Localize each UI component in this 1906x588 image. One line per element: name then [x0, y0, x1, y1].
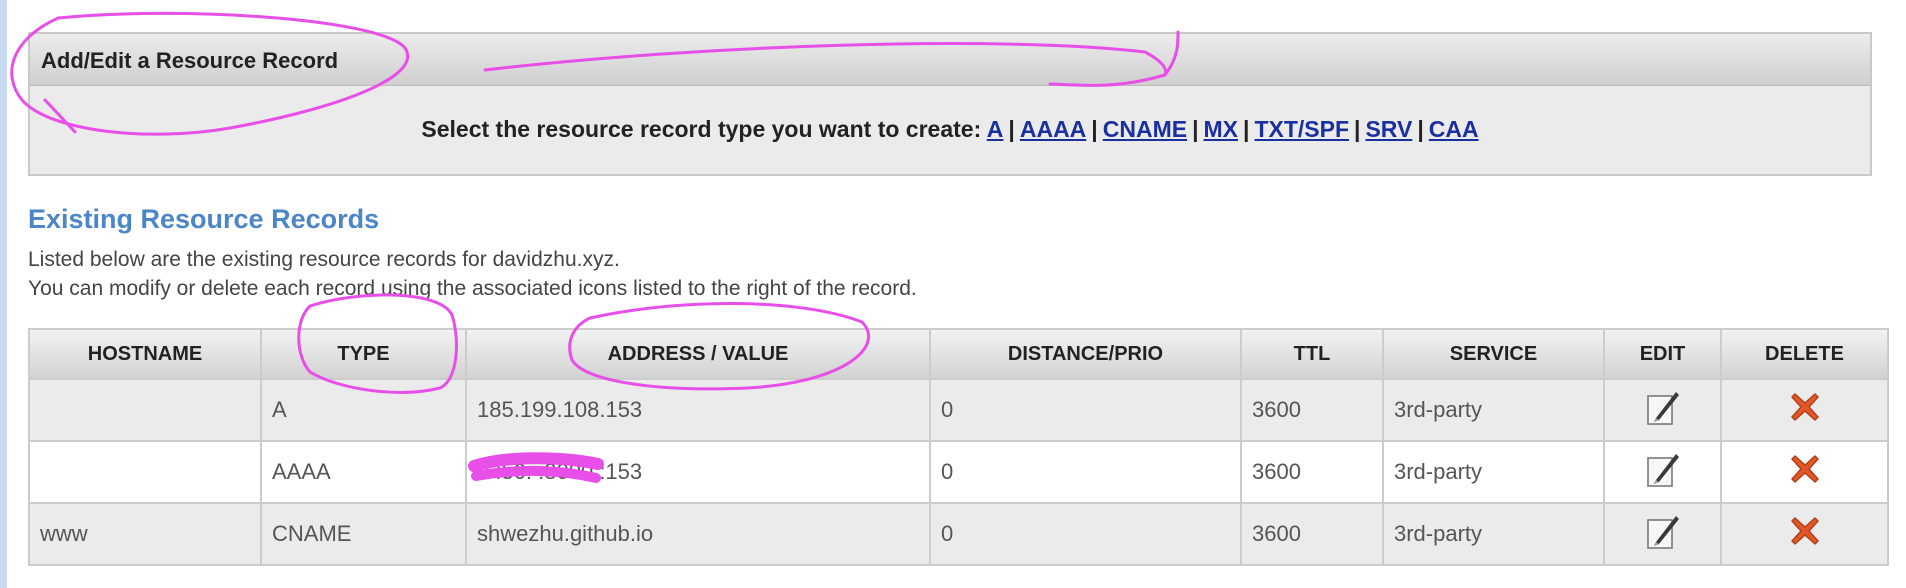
record-type-link-a[interactable]: A — [987, 116, 1004, 142]
service-cell: 3rd-party — [1382, 378, 1605, 442]
hostname-cell — [28, 378, 262, 442]
delete-cell — [1720, 440, 1889, 504]
record-type-link-aaaa[interactable]: AAAA — [1020, 116, 1086, 142]
ttl-cell: 3600 — [1240, 440, 1384, 504]
separator: | — [1091, 116, 1098, 142]
section-description-line-2: You can modify or delete each record usi… — [28, 277, 917, 300]
delete-icon[interactable] — [1785, 387, 1825, 433]
table-row: AAAA 2 :50: :8000::153 0 3600 3rd-party — [28, 440, 1889, 504]
record-type-selector: Select the resource record type you want… — [30, 86, 1870, 143]
record-type-link-mx[interactable]: MX — [1204, 116, 1239, 142]
record-type-link-srv[interactable]: SRV — [1365, 116, 1412, 142]
separator: | — [1192, 116, 1199, 142]
table-row: A 185.199.108.153 0 3600 3rd-party — [28, 378, 1889, 442]
column-header-delete: DELETE — [1720, 328, 1889, 380]
page-left-border — [0, 0, 7, 588]
hostname-cell — [28, 440, 262, 504]
record-type-link-txt-spf[interactable]: TXT/SPF — [1254, 116, 1349, 142]
address-value-cell: 2 :50: :8000::153 — [465, 440, 931, 504]
column-header-distance-prio: DISTANCE/PRIO — [929, 328, 1242, 380]
delete-icon[interactable] — [1785, 511, 1825, 557]
table-row: www CNAME shwezhu.github.io 0 3600 3rd-p… — [28, 502, 1889, 566]
add-edit-record-panel: Add/Edit a Resource Record Select the re… — [28, 32, 1872, 176]
edit-icon[interactable] — [1646, 512, 1680, 556]
separator: | — [1008, 116, 1015, 142]
edit-icon[interactable] — [1646, 450, 1680, 494]
delete-cell — [1720, 502, 1889, 566]
column-header-address-value: ADDRESS / VALUE — [465, 328, 931, 380]
section-description-line-1: Listed below are the existing resource r… — [28, 248, 620, 271]
type-cell: A — [260, 378, 467, 442]
service-cell: 3rd-party — [1382, 502, 1605, 566]
edit-cell — [1603, 378, 1722, 442]
separator: | — [1417, 116, 1424, 142]
address-value-cell: 185.199.108.153 — [465, 378, 931, 442]
type-cell: AAAA — [260, 440, 467, 504]
edit-cell — [1603, 440, 1722, 504]
distance-prio-cell: 0 — [929, 440, 1242, 504]
record-type-link-caa[interactable]: CAA — [1429, 116, 1479, 142]
distance-prio-cell: 0 — [929, 378, 1242, 442]
table-header-row: HOSTNAME TYPE ADDRESS / VALUE DISTANCE/P… — [28, 328, 1889, 380]
delete-icon[interactable] — [1785, 449, 1825, 495]
edit-icon[interactable] — [1646, 388, 1680, 432]
section-title: Existing Resource Records — [28, 204, 380, 234]
column-header-ttl: TTL — [1240, 328, 1384, 380]
ttl-cell: 3600 — [1240, 378, 1384, 442]
column-header-type: TYPE — [260, 328, 467, 380]
resource-records-table: HOSTNAME TYPE ADDRESS / VALUE DISTANCE/P… — [28, 328, 1889, 566]
record-type-link-cname[interactable]: CNAME — [1103, 116, 1187, 142]
separator: | — [1243, 116, 1250, 142]
service-cell: 3rd-party — [1382, 440, 1605, 504]
edit-cell — [1603, 502, 1722, 566]
separator: | — [1354, 116, 1361, 142]
hostname-cell: www — [28, 502, 262, 566]
ttl-cell: 3600 — [1240, 502, 1384, 566]
delete-cell — [1720, 378, 1889, 442]
record-type-prompt: Select the resource record type you want… — [421, 116, 982, 142]
type-cell: CNAME — [260, 502, 467, 566]
column-header-service: SERVICE — [1382, 328, 1605, 380]
panel-title: Add/Edit a Resource Record — [30, 34, 1870, 86]
column-header-hostname: HOSTNAME — [28, 328, 262, 380]
address-value-cell: shwezhu.github.io — [465, 502, 931, 566]
distance-prio-cell: 0 — [929, 502, 1242, 566]
column-header-edit: EDIT — [1603, 328, 1722, 380]
